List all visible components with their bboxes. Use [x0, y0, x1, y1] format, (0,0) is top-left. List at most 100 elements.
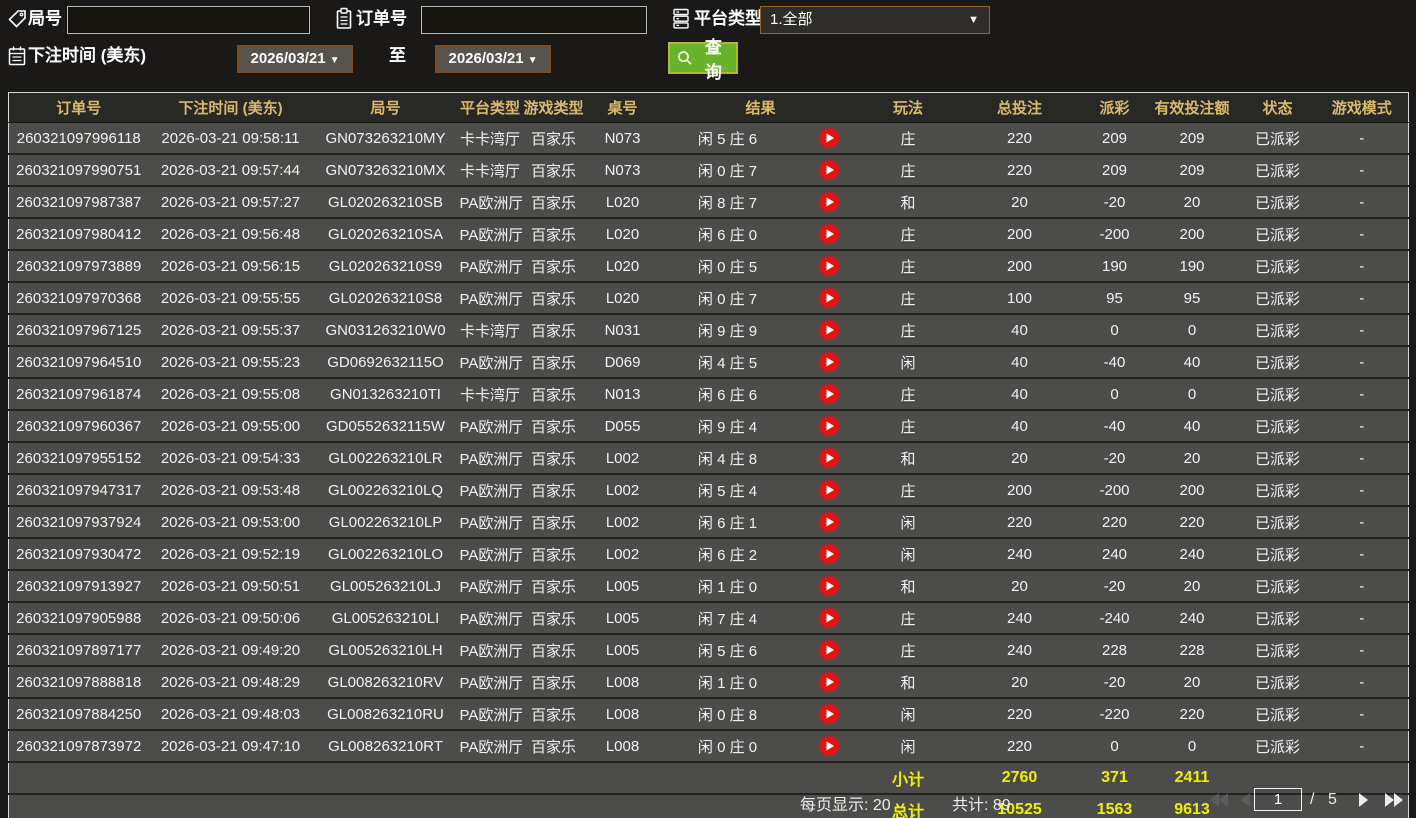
col-header-game-mode: 游戏模式 — [1315, 92, 1409, 123]
platform-cell: PA欧洲厅 — [458, 634, 522, 667]
platform-cell: PA欧洲厅 — [458, 666, 522, 699]
bet-time-cell: 2026-03-21 09:55:00 — [148, 410, 313, 443]
video-play-icon[interactable] — [818, 671, 840, 693]
table-row: 260321097964510 2026-03-21 09:55:23 GD0692… — [8, 346, 1409, 379]
video-cell — [795, 282, 862, 315]
bet-type-cell: 和 — [861, 666, 955, 699]
round-cell: GN073263210MX — [312, 154, 459, 187]
chevron-down-icon: ▼ — [329, 55, 340, 66]
valid-bet-cell: 228 — [1144, 634, 1240, 667]
last-page-button[interactable] — [1384, 792, 1404, 808]
bet-type-cell: 庄 — [861, 378, 955, 411]
video-play-icon[interactable] — [818, 703, 840, 725]
mode-cell: - — [1315, 506, 1409, 539]
video-play-icon[interactable] — [818, 447, 840, 469]
valid-bet-cell: 20 — [1144, 186, 1240, 219]
video-play-icon[interactable] — [818, 511, 840, 533]
video-play-icon[interactable] — [818, 287, 840, 309]
order-cell: 260321097973889 — [8, 250, 149, 283]
status-cell: 已派彩 — [1239, 570, 1316, 603]
round-no-label: 局号 — [28, 9, 62, 28]
game-type-cell: 百家乐 — [521, 346, 586, 379]
first-page-button[interactable] — [1209, 792, 1229, 808]
game-type-cell: 百家乐 — [521, 154, 586, 187]
platform-cell: PA欧洲厅 — [458, 442, 522, 475]
table-row: 260321097955152 2026-03-21 09:54:33 GL0022… — [8, 442, 1409, 475]
valid-bet-cell: 209 — [1144, 122, 1240, 155]
order-cell: 260321097873972 — [8, 730, 149, 763]
video-cell — [795, 474, 862, 507]
video-play-icon[interactable] — [818, 351, 840, 373]
video-play-icon[interactable] — [818, 607, 840, 629]
date-from-picker[interactable]: 2026/03/21 ▼ — [237, 45, 353, 73]
mode-cell: - — [1315, 122, 1409, 155]
platform-type-selected-value: 1.全部 — [770, 11, 813, 28]
platform-type-select[interactable]: 1.全部 ▼ — [760, 6, 990, 34]
video-play-icon[interactable] — [818, 575, 840, 597]
video-play-icon[interactable] — [818, 191, 840, 213]
bet-time-cell: 2026-03-21 09:54:33 — [148, 442, 313, 475]
round-cell: GL002263210LP — [312, 506, 459, 539]
video-play-icon[interactable] — [818, 479, 840, 501]
video-cell — [795, 378, 862, 411]
result-cell: 闲 0 庄 5 — [659, 250, 796, 283]
video-play-icon[interactable] — [818, 223, 840, 245]
video-play-icon[interactable] — [818, 127, 840, 149]
date-to-picker[interactable]: 2026/03/21 ▼ — [435, 45, 551, 73]
status-cell: 已派彩 — [1239, 154, 1316, 187]
bet-type-cell: 庄 — [861, 634, 955, 667]
payout-cell: -20 — [1084, 186, 1145, 219]
page-number-input[interactable] — [1254, 788, 1302, 811]
col-header-valid-bet: 有效投注额 — [1144, 92, 1240, 123]
platform-cell: PA欧洲厅 — [458, 346, 522, 379]
total-bet-cell: 240 — [954, 634, 1085, 667]
date-to-value: 2026/03/21 — [448, 50, 524, 67]
round-cell: GL005263210LJ — [312, 570, 459, 603]
order-no-label: 订单号 — [356, 9, 407, 28]
result-cell: 闲 1 庄 0 — [659, 570, 796, 603]
table-row: 260321097937924 2026-03-21 09:53:00 GL0022… — [8, 506, 1409, 539]
payout-cell: -20 — [1084, 570, 1145, 603]
video-play-icon[interactable] — [818, 415, 840, 437]
mode-cell: - — [1315, 538, 1409, 571]
table-no-cell: L005 — [585, 602, 660, 635]
video-play-icon[interactable] — [818, 383, 840, 405]
status-cell: 已派彩 — [1239, 698, 1316, 731]
video-play-icon[interactable] — [818, 735, 840, 757]
status-cell: 已派彩 — [1239, 282, 1316, 315]
col-header-bet-time: 下注时间 (美东) — [148, 92, 313, 123]
video-play-icon[interactable] — [818, 319, 840, 341]
video-cell — [795, 442, 862, 475]
status-cell: 已派彩 — [1239, 410, 1316, 443]
valid-bet-cell: 40 — [1144, 346, 1240, 379]
result-cell: 闲 0 庄 0 — [659, 730, 796, 763]
bet-time-cell: 2026-03-21 09:57:27 — [148, 186, 313, 219]
order-cell: 260321097970368 — [8, 282, 149, 315]
payout-cell: 220 — [1084, 506, 1145, 539]
video-play-icon[interactable] — [818, 255, 840, 277]
status-cell: 已派彩 — [1239, 442, 1316, 475]
table-row: 260321097888818 2026-03-21 09:48:29 GL0082… — [8, 666, 1409, 699]
bet-time-cell: 2026-03-21 09:50:06 — [148, 602, 313, 635]
payout-cell: 0 — [1084, 730, 1145, 763]
video-play-icon[interactable] — [818, 639, 840, 661]
video-play-icon[interactable] — [818, 159, 840, 181]
bet-type-cell: 庄 — [861, 250, 955, 283]
page-size-label: 每页显示: 20 — [800, 797, 891, 814]
round-no-input[interactable] — [67, 6, 310, 34]
bet-time-cell: 2026-03-21 09:53:00 — [148, 506, 313, 539]
order-cell: 260321097897177 — [8, 634, 149, 667]
platform-type-label: 平台类型 — [694, 9, 762, 28]
order-no-input[interactable] — [421, 6, 647, 34]
search-button[interactable]: 查询 — [668, 38, 738, 82]
video-play-icon[interactable] — [818, 543, 840, 565]
order-cell: 260321097955152 — [8, 442, 149, 475]
table-row: 260321097973889 2026-03-21 09:56:15 GL0202… — [8, 250, 1409, 283]
mode-cell: - — [1315, 442, 1409, 475]
next-page-button[interactable] — [1358, 792, 1370, 808]
date-range-to-label: 至 — [389, 46, 406, 65]
video-cell — [795, 666, 862, 699]
order-cell: 260321097996118 — [8, 122, 149, 155]
video-cell — [795, 314, 862, 347]
prev-page-button[interactable] — [1239, 792, 1251, 808]
